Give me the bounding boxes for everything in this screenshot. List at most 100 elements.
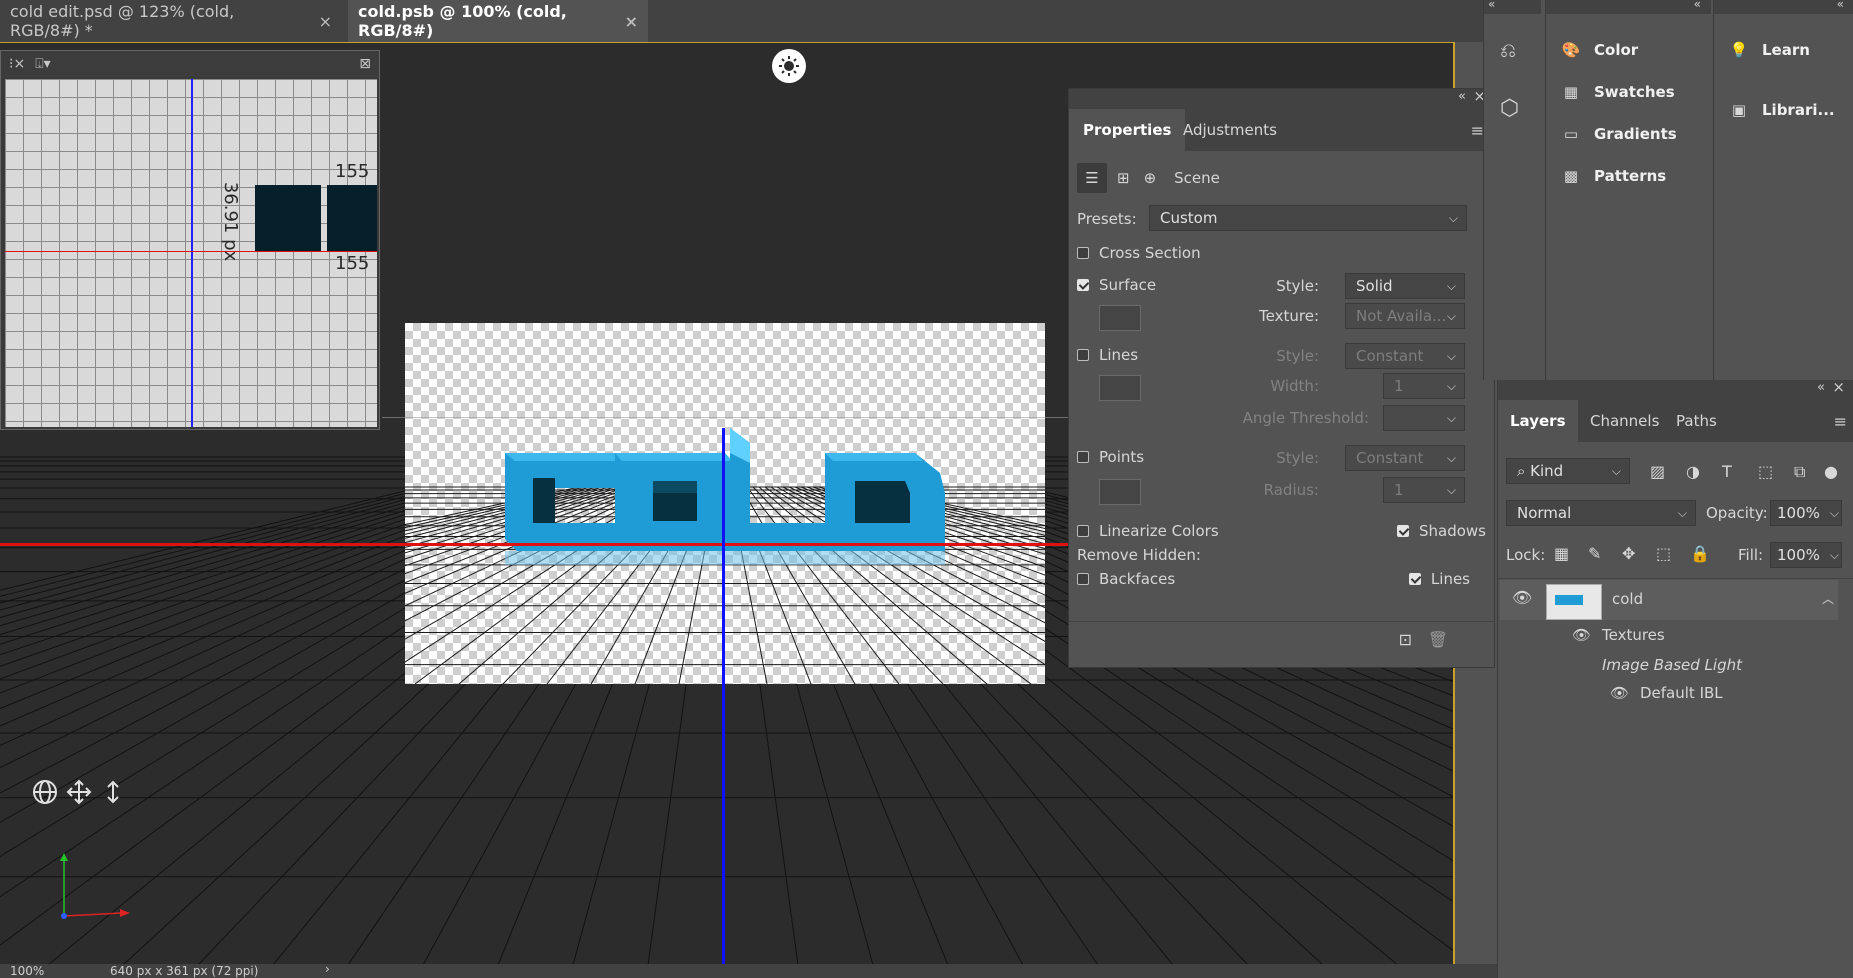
linearize-colors-checkbox[interactable] [1077,525,1089,537]
layer-filter-dropdown[interactable]: ⌕ Kind ⌵ [1506,458,1630,484]
dimension-label: 36.91 px [220,181,242,262]
tab-paths[interactable]: Paths [1664,400,1729,442]
menu-icon[interactable]: ⁝× [9,56,25,72]
tab-properties[interactable]: Properties [1069,109,1186,151]
smart-object-filter-icon[interactable]: ⧉ [1794,462,1805,482]
color-panel-button[interactable]: 🎨 Color [1560,40,1639,60]
3d-text-cold[interactable] [405,323,1045,684]
panel-menu-icon[interactable]: ≡ [1834,412,1847,431]
shadows-checkbox[interactable] [1396,525,1409,537]
libraries-icon: ▣ [1731,101,1747,119]
tab-channels[interactable]: Channels [1578,400,1671,442]
collapse-icon[interactable]: « [1694,0,1701,11]
swatches-panel-button[interactable]: ▦ Swatches [1560,82,1675,102]
libraries-panel-button[interactable]: ▣ Librari... [1728,100,1835,120]
lock-pixels-icon[interactable]: ✎ [1588,544,1601,563]
visibility-eye-icon[interactable]: 👁 [1610,684,1629,702]
filter-toggle-icon[interactable]: ● [1824,462,1838,481]
points-color-swatch[interactable] [1099,479,1141,505]
texture-dropdown[interactable]: Not Availa... ⌵ [1345,303,1465,329]
render-icon[interactable]: ⊡ [1399,630,1412,649]
surface-checkbox[interactable] [1077,279,1089,291]
learn-panel-button[interactable]: 💡 Learn [1728,40,1810,60]
backfaces-checkbox[interactable] [1077,573,1089,585]
layer-row-default-ibl[interactable]: 👁 Default IBL [1500,680,1838,710]
history-icon[interactable]: ⎌ [1500,38,1516,62]
close-icon[interactable]: × [1832,378,1845,396]
trash-icon[interactable]: 🗑 [1428,630,1448,649]
presets-dropdown[interactable]: Custom ⌵ [1149,205,1467,231]
cross-section-checkbox[interactable] [1077,247,1089,259]
remove-hidden-row: Remove Hidden: [1077,543,1486,567]
lock-transparency-icon[interactable]: ▦ [1554,544,1569,563]
image-filter-icon[interactable]: ▨ [1650,462,1665,481]
tab-layers[interactable]: Layers [1498,400,1578,442]
properties-panel: « × Properties Adjustments ≡ ☰ ⊞ ⊕ Scene… [1068,87,1495,668]
angle-threshold-field[interactable]: ⌵ [1383,405,1465,431]
points-checkbox[interactable] [1077,451,1089,463]
adjustment-filter-icon[interactable]: ◑ [1686,462,1700,481]
dock-icon-column: « ⎌ ⬡ [1483,0,1541,380]
cross-section-row: Cross Section [1077,241,1486,265]
surface-style-dropdown[interactable]: Solid ⌵ [1345,273,1465,299]
gradients-panel-button[interactable]: ▭ Gradients [1560,124,1677,144]
layer-name: Textures [1602,626,1665,644]
lines-style-dropdown[interactable]: Constant ⌵ [1345,343,1465,369]
scene-icon[interactable]: ☰ [1077,163,1107,193]
visibility-eye-icon[interactable]: 👁 [1572,626,1591,644]
document-tab-cold-psb[interactable]: cold.psb @ 100% (cold, RGB/8#) × [348,0,648,42]
type-filter-icon[interactable]: T [1722,462,1732,481]
lines-width-field[interactable]: 1 ⌵ [1383,373,1465,399]
pan-icon[interactable] [66,779,92,805]
blend-mode-dropdown[interactable]: Normal ⌵ [1506,500,1696,526]
visibility-eye-icon[interactable]: 👁 [1512,588,1532,607]
surface-color-swatch[interactable] [1099,305,1141,331]
status-menu-arrow[interactable]: › [325,962,330,976]
dock-panel-column-2: « 💡 Learn ▣ Librari... [1713,0,1853,380]
document-tab-cold-edit[interactable]: cold edit.psd @ 123% (cold, RGB/8#) * × [0,0,342,42]
panel-menu-icon[interactable]: ≡ [1471,121,1484,140]
remove-lines-checkbox[interactable] [1408,573,1421,585]
layer-row-textures[interactable]: 👁 Textures [1500,622,1838,652]
shape-filter-icon[interactable]: ⬚ [1758,462,1773,481]
lightbulb-icon: 💡 [1729,41,1749,59]
secondary-view-panel[interactable]: ⁝× ⍗▾ ⊠ 155 155 36.91 px [0,50,380,430]
lock-position-icon[interactable]: ✥ [1622,544,1635,563]
fill-field[interactable]: 100% ⌵ [1770,542,1842,568]
coordinates-icon[interactable]: ⊕ [1144,169,1157,187]
lock-all-icon[interactable]: 🔒 [1690,544,1710,563]
lock-artboard-icon[interactable]: ⬚ [1656,544,1671,563]
dolly-icon[interactable] [100,779,126,805]
collapse-icon[interactable]: « [1458,89,1466,104]
document-canvas[interactable] [405,323,1045,684]
close-icon[interactable]: × [319,12,332,31]
dock-header: « [1714,0,1853,14]
collapse-icon[interactable]: « [1817,380,1825,395]
chevron-up-icon[interactable]: ︿ [1822,590,1834,607]
3d-camera-tools [32,779,126,805]
document-tab-bar: cold edit.psd @ 123% (cold, RGB/8#) * × … [0,0,1483,42]
lines-checkbox[interactable] [1077,349,1089,361]
letter-d [825,453,945,551]
lock-label: Lock: [1506,546,1546,564]
points-style-dropdown[interactable]: Constant ⌵ [1345,445,1465,471]
letter-c [505,453,627,551]
secondary-view-grid: 155 155 36.91 px [5,79,377,427]
layer-row-ibl[interactable]: Image Based Light [1500,652,1838,680]
lines-color-swatch[interactable] [1099,375,1141,401]
layer-row-cold[interactable]: 👁 cold ︿ [1500,580,1838,620]
collapse-icon[interactable]: « [1837,0,1844,11]
mesh-icon[interactable]: ⊞ [1117,169,1130,187]
close-icon[interactable]: × [625,12,638,31]
3d-cube-icon[interactable]: ⬡ [1500,96,1519,121]
zoom-level[interactable]: 100% [10,964,44,978]
camera-view-icon[interactable]: ⍗▾ [35,56,50,72]
light-icon[interactable] [772,49,806,83]
tab-adjustments[interactable]: Adjustments [1169,109,1291,151]
patterns-panel-button[interactable]: ▩ Patterns [1560,166,1666,186]
orbit-icon[interactable] [32,779,58,805]
swap-view-icon[interactable]: ⊠ [359,56,371,72]
opacity-field[interactable]: 100% ⌵ [1770,500,1842,526]
points-radius-field[interactable]: 1 ⌵ [1383,477,1465,503]
collapse-icon[interactable]: « [1488,0,1495,11]
